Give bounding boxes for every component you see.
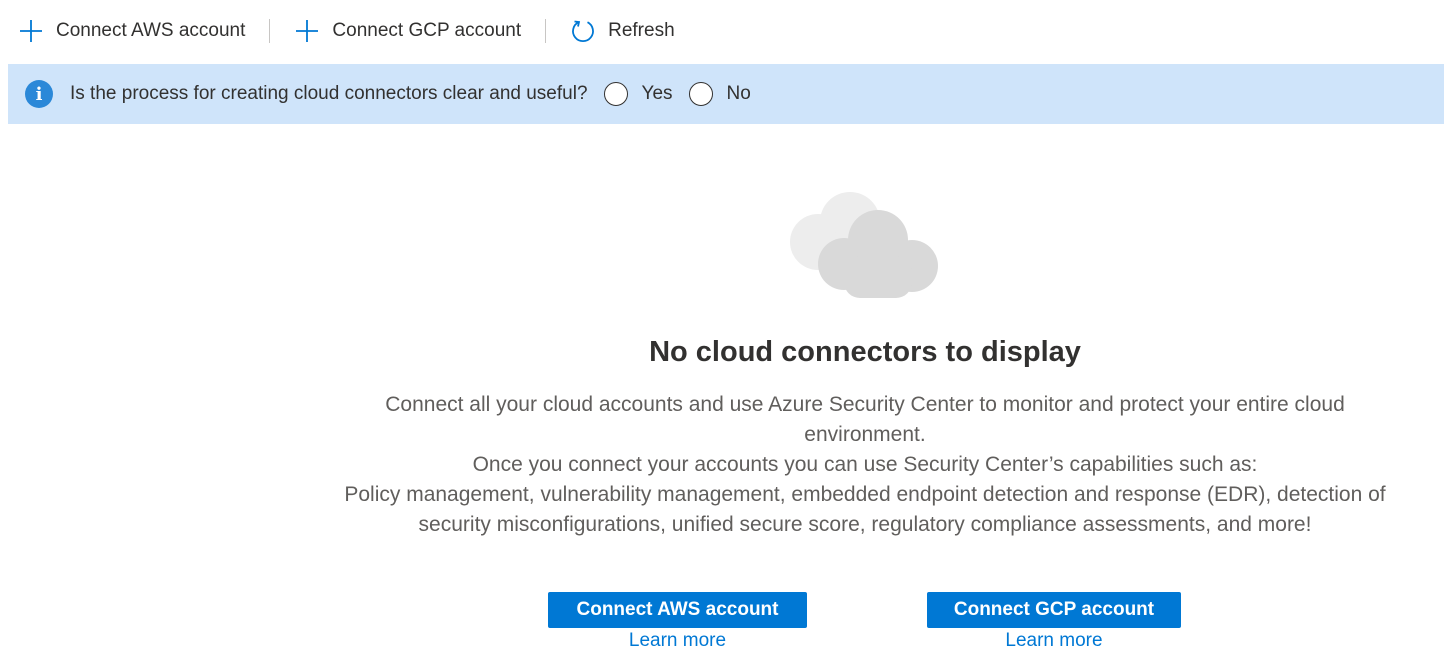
feedback-yes-radio[interactable]: Yes (603, 82, 673, 106)
radio-label-yes: Yes (641, 83, 673, 104)
radio-circle[interactable] (688, 82, 713, 106)
connect-gcp-button[interactable]: Connect GCP account (927, 592, 1181, 628)
description-line: Policy management, vulnerability managem… (344, 483, 1386, 536)
feedback-banner: i Is the process for creating cloud conn… (8, 64, 1444, 124)
feedback-question: Is the process for creating cloud connec… (70, 83, 588, 104)
connect-aws-toolbar-button[interactable]: Connect AWS account (18, 11, 245, 51)
connect-aws-toolbar-label: Connect AWS account (56, 20, 246, 41)
info-icon: i (25, 80, 53, 108)
refresh-icon (570, 18, 596, 44)
toolbar-divider (545, 19, 547, 43)
command-bar: Connect AWS account Connect GCP account … (0, 0, 1444, 62)
plus-icon (18, 18, 44, 44)
refresh-button[interactable]: Refresh (570, 11, 675, 51)
empty-state: No cloud connectors to display Connect a… (0, 124, 1444, 667)
radio-label-no: No (726, 83, 751, 104)
radio-circle[interactable] (603, 82, 628, 106)
cloud-icon (790, 192, 938, 298)
refresh-label: Refresh (608, 20, 675, 41)
description-line: Connect all your cloud accounts and use … (385, 393, 1345, 446)
connect-gcp-toolbar-label: Connect GCP account (332, 20, 522, 41)
connect-gcp-toolbar-button[interactable]: Connect GCP account (294, 11, 521, 51)
empty-state-title: No cloud connectors to display (649, 336, 1081, 368)
plus-icon (294, 18, 320, 44)
toolbar-divider (269, 19, 271, 43)
gcp-learn-more-link[interactable]: Learn more (927, 630, 1181, 652)
empty-state-description: Connect all your cloud accounts and use … (340, 390, 1390, 540)
description-line: Once you connect your accounts you can u… (472, 453, 1258, 476)
aws-learn-more-link[interactable]: Learn more (548, 630, 807, 652)
feedback-no-radio[interactable]: No (688, 82, 751, 106)
connect-aws-button[interactable]: Connect AWS account (548, 592, 807, 628)
